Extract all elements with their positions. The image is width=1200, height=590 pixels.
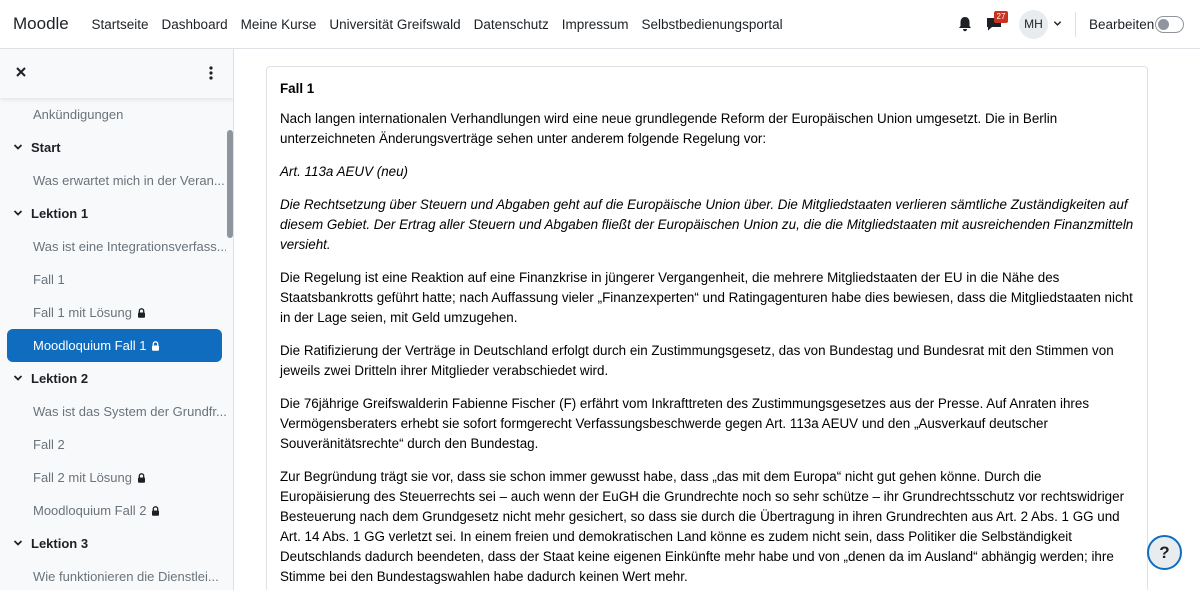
lock-icon	[152, 341, 160, 351]
edit-mode-toggle[interactable]	[1155, 16, 1184, 33]
chevron-down-icon[interactable]	[13, 208, 23, 218]
course-index-drawer: Ankündigungen Start Was erwartet mich in d…	[0, 49, 234, 590]
course-index-item[interactable]: Moodloquium Fall 2	[0, 494, 226, 527]
course-index-item-label: Lektion 2	[31, 371, 89, 386]
course-section-header[interactable]: Lektion 2	[0, 362, 226, 395]
course-index-item-label: Was ist das System der Grundfr...	[33, 404, 226, 419]
course-section-header[interactable]: Lektion 3	[0, 527, 226, 560]
content-paragraph: Die Regelung ist eine Reaktion auf eine …	[280, 270, 1133, 325]
content-paragraph: Die Ratifizierung der Verträge in Deutsc…	[280, 343, 1114, 378]
kebab-menu-icon[interactable]	[209, 66, 213, 80]
course-index-item-label: Was erwartet mich in der Veran...	[33, 173, 225, 188]
course-index-item[interactable]: Fall 2 mit Lösung	[0, 461, 226, 494]
course-section-header[interactable]: Start	[0, 131, 226, 164]
nav-link-selbstbedienungsportal[interactable]: Selbstbedienungsportal	[635, 17, 789, 32]
drawer-header	[0, 49, 233, 98]
primary-navigation: Startseite Dashboard Meine Kurse Univers…	[85, 0, 789, 49]
course-index-item[interactable]: Wie funktionieren die Dienstlei...	[0, 560, 226, 590]
course-index-item[interactable]: Fall 1	[0, 263, 226, 296]
lock-icon	[152, 506, 160, 516]
bell-icon[interactable]	[958, 16, 972, 32]
page-title: Fall 1	[280, 81, 315, 96]
drawer-scrollbar[interactable]	[227, 130, 233, 238]
course-index-item-label: Lektion 1	[31, 206, 89, 221]
course-index-item[interactable]: Was erwartet mich in der Veran...	[0, 164, 226, 197]
course-index-item-label: Start	[31, 140, 61, 155]
chevron-down-icon[interactable]	[1053, 19, 1062, 28]
course-index-item-label: Fall 2 mit Lösung	[33, 470, 146, 485]
nav-link-dashboard[interactable]: Dashboard	[155, 17, 234, 32]
chevron-down-icon[interactable]	[13, 538, 23, 548]
course-index-item[interactable]: Fall 2	[0, 428, 226, 461]
edit-mode-label: Bearbeiten	[1089, 17, 1155, 32]
close-icon[interactable]	[15, 66, 27, 78]
content-paragraph: Zur Begründung trägt sie vor, dass sie s…	[280, 469, 1125, 584]
top-navbar: Moodle Startseite Dashboard Meine Kurse …	[0, 0, 1200, 49]
content-paragraph: Die 76jährige Greifswalderin Fabienne Fi…	[280, 396, 1090, 451]
course-index-item-label: Moodloquium Fall 1	[33, 338, 160, 353]
content-paragraph: Nach langen internationalen Verhandlunge…	[280, 111, 1058, 146]
course-index-item-label: Wie funktionieren die Dienstlei...	[33, 569, 219, 584]
page-content: Fall 1 Nach langen internationalen Verha…	[280, 81, 1135, 590]
content-paragraph: Art. 113a AEUV (neu)	[280, 164, 409, 179]
course-index-item-label: Fall 1 mit Lösung	[33, 305, 146, 320]
course-index-item-label: Ankündigungen	[33, 107, 124, 122]
lock-icon	[138, 308, 145, 318]
course-section-header[interactable]: Lektion 1	[0, 197, 226, 230]
nav-link-datenschutz[interactable]: Datenschutz	[467, 17, 555, 32]
page-content-card: Fall 1 Nach langen internationalen Verha…	[266, 66, 1148, 590]
course-index-item-label: Lektion 3	[31, 536, 89, 551]
content-paragraphs: Nach langen internationalen Verhandlunge…	[280, 109, 1135, 587]
help-button[interactable]: ?	[1147, 535, 1182, 570]
course-index-item[interactable]: Fall 1 mit Lösung	[0, 296, 226, 329]
chevron-down-icon[interactable]	[13, 373, 23, 383]
user-avatar[interactable]: MH	[1019, 10, 1048, 39]
course-index-item-label: Fall 2	[33, 437, 65, 452]
nav-link-universitaet[interactable]: Universität Greifswald	[323, 17, 467, 32]
toggle-knob	[1158, 19, 1169, 30]
content-paragraph: Die Rechtsetzung über Steuern und Abgabe…	[280, 197, 1134, 252]
nav-link-impressum[interactable]: Impressum	[555, 17, 635, 32]
course-index-item[interactable]: Was ist das System der Grundfr...	[0, 395, 226, 428]
course-index-item[interactable]: Moodloquium Fall 1	[7, 329, 222, 362]
course-index-item-label: Was ist eine Integrationsverfass...	[33, 239, 226, 254]
message-count-badge: 27	[994, 11, 1008, 23]
course-index-item[interactable]: Was ist eine Integrationsverfass...	[0, 230, 226, 263]
chevron-down-icon[interactable]	[13, 142, 23, 152]
course-index-item[interactable]: Ankündigungen	[0, 98, 226, 131]
lock-icon	[138, 473, 145, 483]
nav-link-meine-kurse[interactable]: Meine Kurse	[234, 17, 323, 32]
site-brand[interactable]: Moodle	[13, 14, 69, 34]
course-index-item-label: Moodloquium Fall 2	[33, 503, 160, 518]
navbar-divider	[1075, 12, 1076, 37]
nav-link-startseite[interactable]: Startseite	[85, 17, 155, 32]
course-index-item-label: Fall 1	[33, 272, 65, 287]
